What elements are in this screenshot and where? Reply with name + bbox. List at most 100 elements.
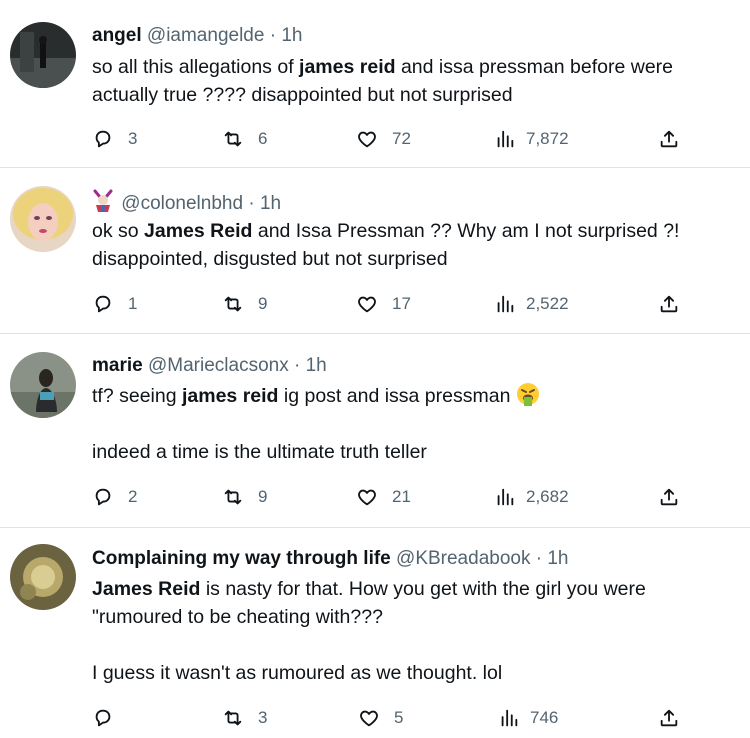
text-segment: ok so [92,220,145,242]
timestamp[interactable]: 1h [547,548,568,569]
retweet-icon [222,293,244,315]
retweet-icon [222,486,244,508]
reply-button[interactable]: 1 [92,291,137,317]
bold-text-segment: James Reid [92,578,201,600]
heart-icon [356,293,378,315]
bold-text-segment: James Reid [144,220,253,242]
avatar[interactable] [10,186,76,252]
separator-dot: · [269,25,277,46]
like-button[interactable]: 21 [356,484,411,510]
reply-count: 3 [128,129,138,148]
retweet-icon [222,707,244,729]
reply-icon [92,293,114,315]
views-button[interactable]: 7,872 [494,126,569,152]
share-icon [658,707,680,729]
tweet-text-paragraph: indeed a time is the ultimate truth tell… [92,441,427,463]
action-bar: 3 6 72 7,872 [92,126,692,152]
heart-icon [358,707,380,729]
like-button[interactable]: 5 [358,705,403,731]
user-handle[interactable]: @KBreadabook [396,548,530,569]
jester-emoji-icon [92,189,116,213]
share-button[interactable] [658,484,680,510]
avatar[interactable] [10,352,76,418]
user-handle[interactable]: @iamangelde [147,25,265,46]
retweet-count: 9 [258,294,268,313]
tweet-text: ok so James Reid and Issa Pressman ?? Wh… [92,217,732,273]
text-segment: so all this allegations of [92,56,300,78]
tweet[interactable]: Complaining my way through life @KBreada… [0,528,750,738]
action-bar: 1 9 17 2,522 [92,291,692,317]
tweet-header: Complaining my way through life @KBreada… [92,547,569,571]
timestamp[interactable]: 1h [281,25,302,46]
retweet-icon [222,128,244,150]
text-segment: tf? seeing [92,385,182,407]
retweet-count: 3 [258,708,268,727]
views-button[interactable]: 746 [498,705,558,731]
separator-dot: · [293,355,301,376]
like-count: 21 [392,487,411,506]
tweet-header: marie @Marieclacsonx · 1h [92,354,327,378]
views-button[interactable]: 2,522 [494,291,569,317]
views-chart-icon [494,293,516,315]
views-chart-icon [494,128,516,150]
reply-icon [92,486,114,508]
action-bar: 2 9 21 2,682 [92,484,692,510]
retweet-count: 6 [258,129,268,148]
like-count: 72 [392,129,411,148]
user-handle[interactable]: @colonelnbhd [121,193,243,214]
tweet-header: angel @iamangelde · 1h [92,24,302,48]
heart-icon [356,486,378,508]
views-count: 2,522 [526,294,569,313]
tweet-header: @colonelnbhd · 1h [92,189,281,216]
views-count: 2,682 [526,487,569,506]
views-button[interactable]: 2,682 [494,484,569,510]
like-count: 17 [392,294,411,313]
reply-button[interactable]: 2 [92,484,137,510]
separator-dot: · [248,193,255,214]
views-chart-icon [494,486,516,508]
views-count: 7,872 [526,129,569,148]
reply-icon [92,707,114,729]
timestamp[interactable]: 1h [306,355,327,376]
tweet[interactable]: marie @Marieclacsonx · 1h tf? seeing jam… [0,334,750,528]
tweet-text: tf? seeing james reid ig post and issa p… [92,382,732,410]
avatar[interactable] [10,544,76,610]
like-button[interactable]: 17 [356,291,411,317]
share-button[interactable] [658,705,680,731]
like-button[interactable]: 72 [356,126,411,152]
text-segment: ig post and issa pressman [278,385,516,407]
retweet-button[interactable]: 3 [222,705,267,731]
bold-text-segment: james reid [299,56,396,78]
like-count: 5 [394,708,404,727]
reply-count: 2 [128,487,138,506]
reply-count: 1 [128,294,138,313]
avatar[interactable] [10,22,76,88]
share-icon [658,486,680,508]
retweet-button[interactable]: 9 [222,484,267,510]
retweet-count: 9 [258,487,268,506]
tweet-text: so all this allegations of james reid an… [92,53,732,109]
reply-icon [92,128,114,150]
separator-dot: · [535,548,543,569]
timestamp[interactable]: 1h [260,193,281,214]
tweet[interactable]: @colonelnbhd · 1h ok so James Reid and I… [0,168,750,334]
share-icon [658,128,680,150]
user-handle[interactable]: @Marieclacsonx [148,355,289,376]
display-name[interactable]: angel [92,25,142,46]
share-button[interactable] [658,126,680,152]
views-chart-icon [498,707,520,729]
display-name[interactable]: Complaining my way through life [92,548,391,569]
reply-button[interactable]: 3 [92,126,137,152]
share-button[interactable] [658,291,680,317]
retweet-button[interactable]: 9 [222,291,267,317]
heart-icon [356,128,378,150]
tweet[interactable]: angel @iamangelde · 1h so all this alleg… [0,0,750,168]
share-icon [658,293,680,315]
bold-text-segment: james reid [181,385,279,407]
retweet-button[interactable]: 6 [222,126,267,152]
views-count: 746 [530,708,559,727]
reply-button[interactable] [92,705,128,731]
vomiting-face-emoji-icon [516,382,540,406]
tweet-text: James Reid is nasty for that. How you ge… [92,575,732,687]
display-name[interactable]: marie [92,355,143,376]
